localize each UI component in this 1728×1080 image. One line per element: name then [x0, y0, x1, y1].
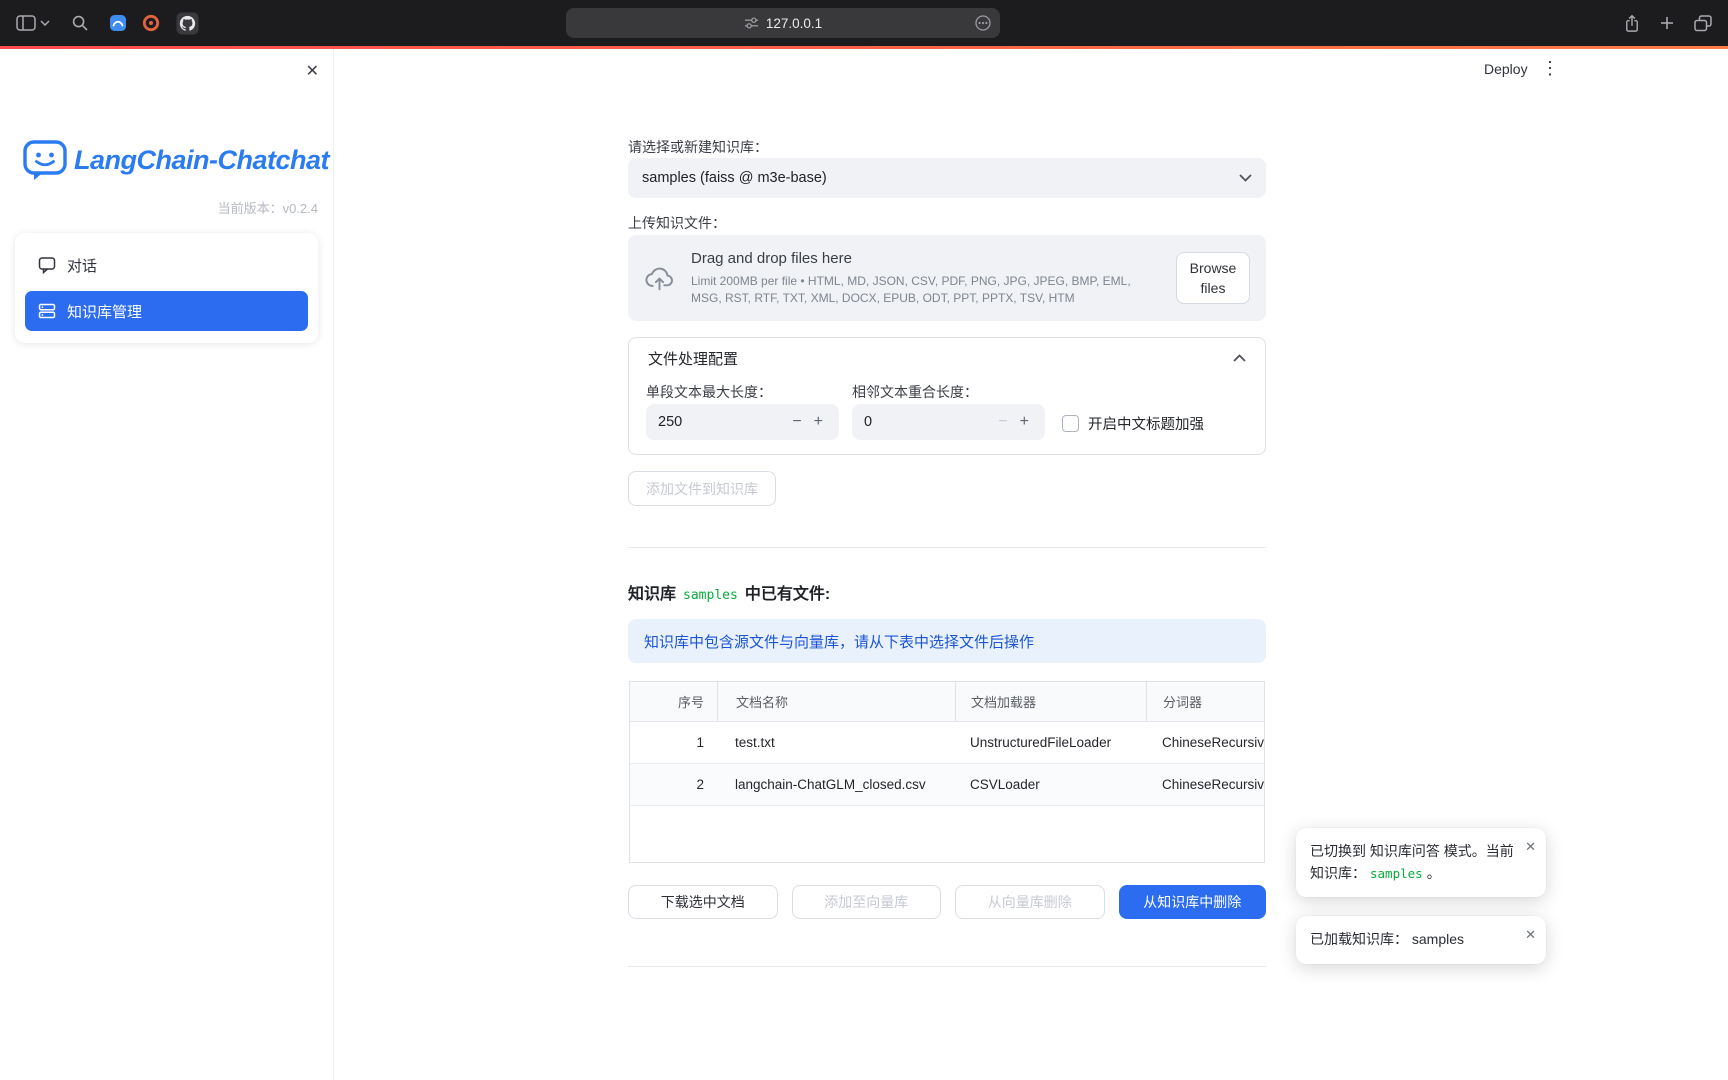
sidebar: ✕ LangChain-Chatchat 当前版本：v0.2.4 对话 知识库管…: [0, 49, 334, 1080]
toast-text: 。: [1427, 865, 1441, 881]
header-cell: 文档加载器: [955, 682, 1146, 721]
cell: ChineseRecursiveTextSplitter: [1146, 735, 1265, 750]
cell: 1: [675, 735, 717, 750]
new-tab-icon[interactable]: [1660, 16, 1674, 30]
tab-overview-icon[interactable]: [1694, 15, 1712, 32]
chunk-size-input[interactable]: [658, 414, 784, 430]
info-text: 知识库中包含源文件与向量库，请从下表中选择文件后操作: [644, 631, 1034, 652]
logo-text: LangChain-Chatchat: [74, 145, 329, 176]
table-actions: 下载选中文档 添加至向量库 从向量库删除 从知识库中删除: [628, 885, 1266, 919]
chunk-size-stepper: − +: [646, 404, 839, 440]
address-bar[interactable]: 127.0.0.1: [566, 8, 1000, 38]
divider: [628, 966, 1266, 967]
zh-title-enhance-checkbox[interactable]: 开启中文标题加强: [1062, 413, 1204, 434]
close-icon[interactable]: ✕: [306, 61, 319, 81]
nav-label: 对话: [67, 255, 97, 276]
chevron-down-icon: [1239, 174, 1252, 182]
pinned-tab-blue-icon[interactable]: [109, 14, 127, 32]
checkbox-icon: [1062, 415, 1079, 432]
toast-code: samples: [1370, 866, 1423, 881]
close-icon[interactable]: ✕: [1525, 925, 1536, 945]
header-cell: 序号: [675, 692, 717, 711]
decrement-button[interactable]: −: [788, 412, 805, 432]
page-menu-icon[interactable]: [975, 15, 991, 31]
sidebar-item-chat[interactable]: 对话: [25, 245, 308, 285]
url-text: 127.0.0.1: [766, 16, 822, 31]
kebab-menu-icon[interactable]: ⋮: [1541, 58, 1559, 79]
info-alert: 知识库中包含源文件与向量库，请从下表中选择文件后操作: [628, 619, 1266, 663]
download-selected-button[interactable]: 下载选中文档: [628, 885, 778, 919]
pinned-tab-orange-icon[interactable]: [142, 14, 160, 32]
upload-label: 上传知识文件：: [628, 213, 726, 233]
files-heading-prefix: 知识库: [628, 580, 676, 604]
dropzone-title: Drag and drop files here: [691, 250, 1162, 267]
header-cell: 文档名称: [717, 682, 955, 721]
toast-text: 已加载知识库： samples: [1310, 931, 1464, 947]
delete-from-vectorstore-button: 从向量库删除: [955, 885, 1105, 919]
cell: ChineseRecursiveTextSplitter: [1146, 777, 1265, 792]
kb-select-label: 请选择或新建知识库：: [628, 137, 768, 157]
header-cell: 分词器: [1146, 682, 1265, 721]
increment-button[interactable]: +: [810, 412, 827, 432]
cell: CSVLoader: [955, 777, 1146, 792]
table-header-row: 序号 文档名称 文档加载器 分词器: [630, 682, 1265, 722]
toast-mode-switched: 已切换到 知识库问答 模式。当前知识库：samples。 ✕: [1296, 828, 1546, 897]
version-label: 当前版本：v0.2.4: [218, 198, 318, 217]
browser-toolbar: 127.0.0.1: [0, 0, 1728, 46]
nav-label: 知识库管理: [67, 301, 142, 322]
increment-button[interactable]: +: [1016, 412, 1033, 432]
add-to-vectorstore-button: 添加至向量库: [792, 885, 942, 919]
cloud-upload-icon: [644, 266, 675, 291]
chevron-up-icon: [1233, 354, 1246, 362]
toolbar-right-group: [1624, 0, 1712, 46]
github-icon[interactable]: [176, 12, 199, 35]
overlap-label: 相邻文本重合长度：: [852, 382, 978, 402]
expander-title: 文件处理配置: [648, 348, 738, 369]
kb-select[interactable]: samples (faiss @ m3e-base): [628, 158, 1266, 198]
chat-icon: [38, 256, 56, 274]
chevron-down-icon[interactable]: [40, 20, 50, 26]
deploy-button[interactable]: Deploy: [1484, 61, 1528, 77]
kb-select-value: samples (faiss @ m3e-base): [642, 170, 827, 186]
file-config-expander: 文件处理配置 单段文本最大长度： − + 相邻文本重合长度： − + 开启中文标…: [628, 337, 1266, 455]
app-logo: LangChain-Chatchat: [22, 139, 329, 181]
site-settings-icon: [744, 17, 759, 29]
table-row[interactable]: 1 test.txt UnstructuredFileLoader Chines…: [630, 722, 1265, 764]
expander-toggle[interactable]: 文件处理配置: [629, 338, 1265, 378]
divider: [628, 547, 1266, 548]
database-stack-icon: [38, 302, 56, 320]
table-row[interactable]: 2 langchain-ChatGLM_closed.csv CSVLoader…: [630, 764, 1265, 806]
checkbox-label: 开启中文标题加强: [1088, 413, 1204, 434]
dropzone-text: Drag and drop files here Limit 200MB per…: [691, 250, 1176, 307]
cell: test.txt: [717, 735, 955, 750]
nav-menu: 对话 知识库管理: [15, 233, 318, 343]
share-icon[interactable]: [1624, 14, 1640, 33]
overlap-input[interactable]: [864, 414, 990, 430]
chatchat-logo-icon: [22, 139, 68, 181]
cell: langchain-ChatGLM_closed.csv: [717, 777, 955, 792]
chunk-size-label: 单段文本最大长度：: [646, 382, 772, 402]
search-icon[interactable]: [72, 15, 88, 31]
dropzone-limit: Limit 200MB per file • HTML, MD, JSON, C…: [691, 273, 1162, 307]
file-dropzone[interactable]: Drag and drop files here Limit 200MB per…: [628, 235, 1266, 321]
decrement-button: −: [994, 412, 1011, 432]
sidebar-toggle-icon[interactable]: [16, 15, 36, 31]
files-heading: 知识库 samples 中已有文件:: [628, 580, 830, 604]
browse-files-button[interactable]: Browse files: [1176, 252, 1250, 305]
kb-name-code: samples: [683, 588, 738, 603]
add-files-button: 添加文件到知识库: [628, 471, 776, 506]
files-heading-suffix: 中已有文件:: [745, 580, 830, 604]
toast-kb-loaded: 已加载知识库： samples ✕: [1296, 916, 1546, 964]
delete-from-kb-button[interactable]: 从知识库中删除: [1119, 885, 1267, 919]
cell: UnstructuredFileLoader: [955, 735, 1146, 750]
files-table: 序号 文档名称 文档加载器 分词器 1 test.txt Unstructure…: [629, 681, 1265, 863]
main-content: 请选择或新建知识库： samples (faiss @ m3e-base) 上传…: [628, 49, 1266, 1080]
sidebar-item-knowledge-base[interactable]: 知识库管理: [25, 291, 308, 331]
toolbar-left-group: [16, 0, 199, 46]
overlap-stepper: − +: [852, 404, 1045, 440]
close-icon[interactable]: ✕: [1525, 837, 1536, 857]
cell: 2: [675, 777, 717, 792]
